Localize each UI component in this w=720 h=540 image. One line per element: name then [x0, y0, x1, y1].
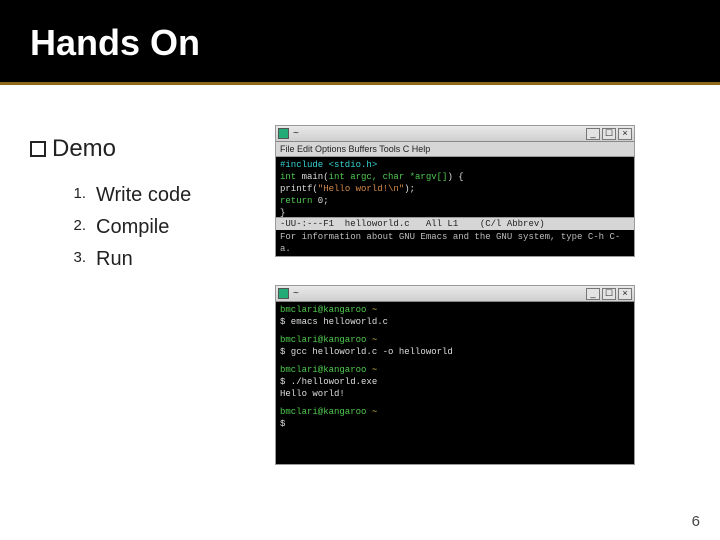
demo-label: Demo	[52, 135, 116, 163]
prompt-user: bmclari@kangaroo	[280, 407, 366, 417]
code-string: "Hello world!\n"	[318, 184, 404, 194]
code-args: int argc, char *argv[]	[329, 172, 448, 182]
code-text: 0;	[312, 196, 328, 206]
page-number: 6	[692, 513, 700, 530]
minimize-button[interactable]: _	[586, 288, 600, 300]
prompt-path: ~	[366, 305, 377, 315]
list-item: 2. Compile	[64, 211, 191, 243]
list-number: 3.	[64, 243, 86, 275]
maximize-button[interactable]: ☐	[602, 288, 616, 300]
minimize-button[interactable]: _	[586, 128, 600, 140]
prompt-path: ~	[366, 335, 377, 345]
terminal-line: $ ./helloworld.exe	[280, 376, 630, 388]
terminal-line: bmclari@kangaroo ~	[280, 364, 630, 376]
terminal-line: bmclari@kangaroo ~	[280, 406, 630, 418]
code-line: return 0;	[280, 195, 630, 207]
terminal-line: bmclari@kangaroo ~	[280, 334, 630, 346]
list-number: 1.	[64, 179, 86, 211]
terminal-line: $ gcc helloworld.c -o helloworld	[280, 346, 630, 358]
prompt-user: bmclari@kangaroo	[280, 335, 366, 345]
code-text: );	[404, 184, 415, 194]
code-text: printf(	[280, 184, 318, 194]
app-icon	[278, 288, 289, 299]
editor-code-area[interactable]: #include <stdio.h> int main(int argc, ch…	[276, 157, 634, 217]
list-text: Write code	[96, 179, 191, 211]
editor-menubar[interactable]: File Edit Options Buffers Tools C Help	[276, 142, 634, 157]
terminal-line: $ emacs helloworld.c	[280, 316, 630, 328]
close-button[interactable]: ×	[618, 128, 632, 140]
window-title: ~	[293, 128, 586, 140]
code-keyword: return	[280, 196, 312, 206]
code-text: ) {	[447, 172, 463, 182]
code-keyword: int	[280, 172, 296, 182]
prompt-path: ~	[366, 407, 377, 417]
bullet-list: Demo 1. Write code 2. Compile 3. Run	[30, 135, 191, 275]
code-line: #include <stdio.h>	[280, 159, 630, 171]
list-number: 2.	[64, 211, 86, 243]
close-button[interactable]: ×	[618, 288, 632, 300]
code-text: main(	[296, 172, 328, 182]
window-titlebar: ~ _ ☐ ×	[276, 286, 634, 302]
window-titlebar: ~ _ ☐ ×	[276, 126, 634, 142]
prompt-path: ~	[366, 365, 377, 375]
app-icon	[278, 128, 289, 139]
prompt-user: bmclari@kangaroo	[280, 305, 366, 315]
editor-echo-area: For information about GNU Emacs and the …	[276, 230, 634, 256]
terminal-area[interactable]: bmclari@kangaroo ~ $ emacs helloworld.c …	[276, 302, 634, 442]
page-title: Hands On	[30, 22, 720, 64]
list-item: 3. Run	[64, 243, 191, 275]
list-item: 1. Write code	[64, 179, 191, 211]
terminal-output: Hello world!	[280, 388, 630, 400]
square-bullet-icon	[30, 141, 46, 157]
editor-window: ~ _ ☐ × File Edit Options Buffers Tools …	[275, 125, 635, 257]
slide-body: Demo 1. Write code 2. Compile 3. Run ~ _…	[0, 85, 720, 540]
terminal-line: $	[280, 418, 630, 430]
terminal-line: bmclari@kangaroo ~	[280, 304, 630, 316]
list-text: Compile	[96, 211, 169, 243]
editor-modeline: -UU-:---F1 helloworld.c All L1 (C/l Abbr…	[276, 217, 634, 230]
maximize-button[interactable]: ☐	[602, 128, 616, 140]
code-line: printf("Hello world!\n");	[280, 183, 630, 195]
prompt-user: bmclari@kangaroo	[280, 365, 366, 375]
list-text: Run	[96, 243, 133, 275]
code-line: int main(int argc, char *argv[]) {	[280, 171, 630, 183]
window-title: ~	[293, 288, 586, 300]
terminal-window: ~ _ ☐ × bmclari@kangaroo ~ $ emacs hello…	[275, 285, 635, 465]
